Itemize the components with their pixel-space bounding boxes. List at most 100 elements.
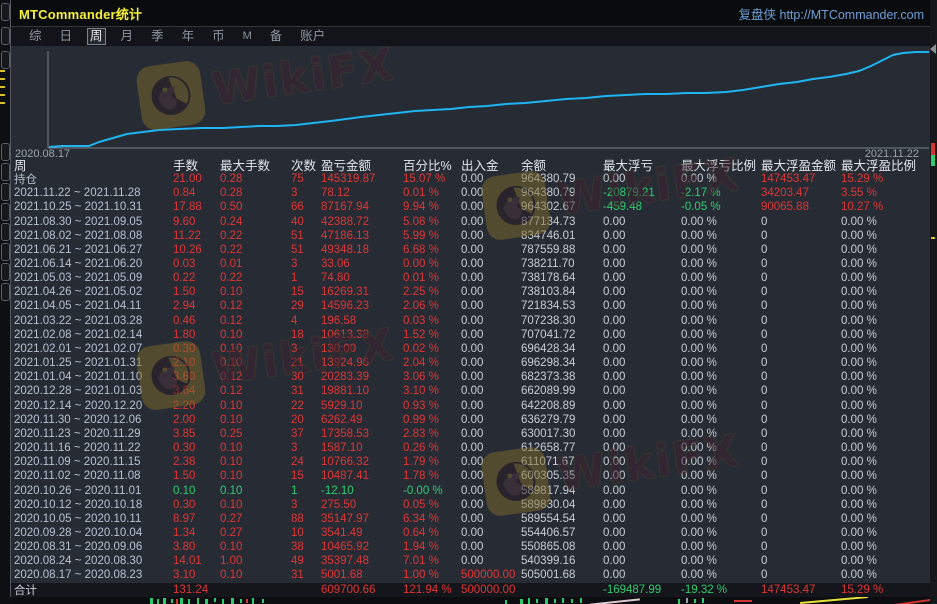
- table-cell: 88: [291, 513, 321, 525]
- table-row[interactable]: 2021.01.04 ~ 2021.01.103.600.123020283.3…: [11, 370, 931, 384]
- table-row[interactable]: 2021.04.05 ~ 2021.04.112.940.122914596.2…: [11, 299, 931, 313]
- table-row[interactable]: 2020.11.16 ~ 2020.11.220.300.1031587.100…: [11, 441, 931, 455]
- table-cell: 0.00 %: [841, 371, 931, 383]
- table-cell: 500000.00: [461, 584, 521, 596]
- table-cell: 707238.30: [521, 315, 603, 327]
- table-row[interactable]: 2020.12.28 ~ 2021.01.033.640.123119881.1…: [11, 384, 931, 398]
- table-row[interactable]: 2020.08.31 ~ 2020.09.063.800.103810465.9…: [11, 540, 931, 554]
- table-row[interactable]: 2021.10.25 ~ 2021.10.3117.880.506687167.…: [11, 200, 931, 214]
- table-total-row[interactable]: 合计131.24609700.66121.94 %500000.00-16948…: [11, 583, 931, 598]
- tab-1[interactable]: 综: [26, 28, 45, 45]
- table-row[interactable]: 2020.10.05 ~ 2020.10.118.970.278835147.9…: [11, 512, 931, 526]
- table-cell: 0: [761, 499, 841, 511]
- dock-button[interactable]: [1, 243, 10, 261]
- table-row[interactable]: 2021.06.14 ~ 2021.06.200.030.01333.060.0…: [11, 257, 931, 271]
- vendor-link[interactable]: 复盘侠 http://MTCommander.com: [739, 4, 930, 23]
- dock-button[interactable]: [1, 143, 10, 161]
- chart-fragment: [800, 597, 868, 604]
- table-row[interactable]: 2021.08.02 ~ 2021.08.0811.220.225147186.…: [11, 229, 931, 243]
- tab-10[interactable]: 账户: [297, 28, 328, 45]
- column-header[interactable]: 最大浮亏比例: [681, 157, 761, 172]
- table-row[interactable]: 2020.10.26 ~ 2020.11.010.100.101-12.10-0…: [11, 483, 931, 497]
- table-row[interactable]: 2020.10.12 ~ 2020.10.180.300.103275.500.…: [11, 498, 931, 512]
- table-row[interactable]: 2021.08.30 ~ 2021.09.059.600.244042388.7…: [11, 214, 931, 228]
- column-header[interactable]: 最大浮盈比例: [841, 157, 931, 172]
- table-row[interactable]: 2021.05.03 ~ 2021.05.090.220.22174.800.0…: [11, 271, 931, 285]
- table-cell: 0.10: [220, 569, 291, 581]
- dock-button[interactable]: [1, 3, 10, 21]
- dock-marker: [0, 102, 5, 104]
- table-cell: 0: [761, 216, 841, 228]
- table-row[interactable]: 2020.11.02 ~ 2020.11.081.500.101510487.4…: [11, 469, 931, 483]
- scroll-arrow-icon[interactable]: [930, 44, 936, 54]
- candle-fragment: [931, 155, 935, 166]
- dock-button[interactable]: [1, 283, 10, 301]
- column-header[interactable]: 手数: [173, 157, 220, 172]
- table-cell: 66: [291, 201, 321, 213]
- table-row[interactable]: 2020.08.17 ~ 2020.08.233.100.10315001.68…: [11, 568, 931, 582]
- dock-button[interactable]: [1, 163, 10, 181]
- table-row[interactable]: 2021.06.21 ~ 2021.06.2710.260.225149348.…: [11, 243, 931, 257]
- column-header[interactable]: 百分比%: [403, 157, 461, 172]
- column-header[interactable]: 次数: [291, 157, 321, 172]
- column-header[interactable]: 最大手数: [220, 157, 291, 172]
- table-cell: 0.00: [461, 555, 521, 567]
- column-header[interactable]: 最大浮盈金额: [761, 157, 841, 172]
- table-row[interactable]: 持仓21.000.2875145319.8715.07 %0.00964380.…: [11, 172, 931, 186]
- table-row[interactable]: 2020.08.24 ~ 2020.08.3014.011.004935397.…: [11, 554, 931, 568]
- chart-fragment: [262, 599, 264, 603]
- column-header[interactable]: 出入金: [461, 157, 521, 172]
- table-cell: 40: [291, 216, 321, 228]
- column-header[interactable]: 周: [14, 157, 173, 172]
- dock-button[interactable]: [1, 223, 10, 241]
- table-cell: 0.00 %: [841, 513, 931, 525]
- table-cell: 0.10: [173, 485, 220, 497]
- table-row[interactable]: 2020.11.30 ~ 2020.12.062.000.10206262.49…: [11, 413, 931, 427]
- column-header[interactable]: 盈亏金额: [321, 157, 403, 172]
- table-cell: 0.00 %: [403, 258, 461, 270]
- table-row[interactable]: 2020.12.14 ~ 2020.12.202.200.10225929.10…: [11, 399, 931, 413]
- tab-6[interactable]: 年: [179, 28, 198, 45]
- table-row[interactable]: 2021.01.25 ~ 2021.01.312.100.102113924.9…: [11, 356, 931, 370]
- dock-button[interactable]: [1, 27, 10, 45]
- dock-button[interactable]: [1, 263, 10, 281]
- table-row[interactable]: 2020.11.23 ~ 2020.11.293.850.253717358.5…: [11, 427, 931, 441]
- column-header[interactable]: 最大浮亏: [603, 157, 681, 172]
- table-row[interactable]: 2021.03.22 ~ 2021.03.280.460.124196.580.…: [11, 314, 931, 328]
- table-row[interactable]: 2020.09.28 ~ 2020.10.041.340.27103541.49…: [11, 526, 931, 540]
- table-cell: 78.12: [321, 187, 403, 199]
- tab-7[interactable]: 币: [209, 28, 228, 45]
- table-cell: 0.00: [603, 216, 681, 228]
- table-row[interactable]: 2020.11.09 ~ 2020.11.152.380.102410766.3…: [11, 455, 931, 469]
- table-cell: 131.24: [173, 584, 220, 596]
- table-cell: 1.52 %: [403, 329, 461, 341]
- table-cell: 18: [291, 329, 321, 341]
- tab-8[interactable]: M: [240, 28, 255, 45]
- table-cell: 707041.72: [521, 329, 603, 341]
- table-row[interactable]: 2021.02.01 ~ 2021.02.070.300.103130.000.…: [11, 342, 931, 356]
- table-cell: 0: [761, 485, 841, 497]
- dock-button[interactable]: [1, 183, 10, 201]
- tab-4[interactable]: 月: [118, 28, 137, 45]
- table-cell: 0.10: [220, 456, 291, 468]
- tab-5[interactable]: 季: [148, 28, 167, 45]
- table-cell: 0.00: [603, 555, 681, 567]
- tab-9[interactable]: 备: [267, 28, 286, 45]
- table-row[interactable]: 2021.04.26 ~ 2021.05.021.500.101516269.3…: [11, 285, 931, 299]
- dock-button[interactable]: [1, 203, 10, 221]
- table-cell: 0.84: [173, 187, 220, 199]
- table-cell: 1: [291, 485, 321, 497]
- tab-3[interactable]: 周: [87, 28, 106, 45]
- dock-button[interactable]: [1, 51, 10, 69]
- table-row[interactable]: 2021.02.08 ~ 2021.02.141.800.101810613.3…: [11, 328, 931, 342]
- table-cell: 630017.30: [521, 428, 603, 440]
- column-header[interactable]: 余额: [521, 157, 603, 172]
- table-cell: 0.00: [461, 442, 521, 454]
- table-cell: 0.22: [220, 244, 291, 256]
- table-cell: 662089.99: [521, 385, 603, 397]
- table-row[interactable]: 2021.11.22 ~ 2021.11.280.840.28378.120.0…: [11, 186, 931, 200]
- table-cell: 196.58: [321, 315, 403, 327]
- tab-2[interactable]: 日: [57, 28, 76, 45]
- table-cell: 0.12: [220, 300, 291, 312]
- table-cell: 0.00 %: [681, 485, 761, 497]
